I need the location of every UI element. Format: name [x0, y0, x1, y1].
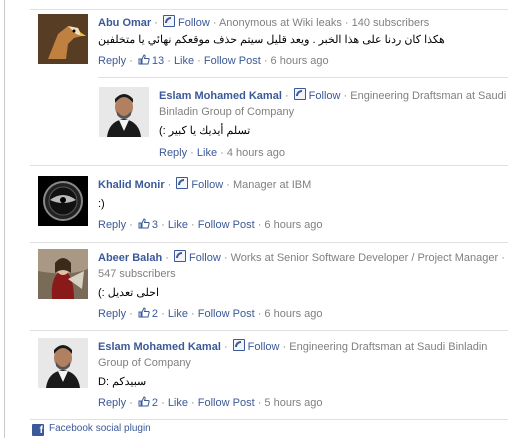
comment-text: تسلم أيديك يا كبير :) — [159, 125, 251, 137]
follow-icon[interactable] — [174, 250, 186, 262]
timestamp[interactable]: 4 hours ago — [227, 147, 285, 159]
comment-header: Abeer Balah · Follow · Works at Senior S… — [98, 250, 505, 280]
comment-header: Eslam Mohamed Kamal · Follow · Engineeri… — [98, 339, 488, 369]
facebook-logo-icon[interactable]: f — [32, 424, 44, 436]
like-link[interactable]: Like — [168, 397, 188, 409]
thumbs-up-icon — [138, 218, 150, 229]
comment-actions: Reply · 2 · Like · Follow Post · 5 hours… — [98, 396, 323, 409]
timestamp[interactable]: 5 hours ago — [264, 397, 322, 409]
comment-text: احلى تعديل :) — [98, 287, 160, 299]
thumbs-up-icon — [138, 307, 150, 318]
author-meta: Manager at IBM — [233, 179, 312, 191]
like-link[interactable]: Like — [197, 147, 217, 159]
divider — [30, 242, 508, 243]
follow-link[interactable]: Follow — [189, 252, 221, 264]
follow-post-link[interactable]: Follow Post — [198, 308, 255, 320]
comment-header: Abu Omar · Follow · Anonymous at Wiki le… — [98, 15, 430, 29]
reply-link[interactable]: Reply — [98, 219, 126, 231]
comment-text: هكذا كان ردنا على هذا الخبر . ويعد قليل … — [98, 34, 445, 46]
divider — [98, 77, 508, 78]
eagle-avatar[interactable] — [38, 14, 88, 64]
author-name[interactable]: Eslam Mohamed Kamal — [159, 90, 282, 102]
comment-header: Eslam Mohamed Kamal · Follow · Engineeri… — [159, 88, 507, 118]
comment-actions: Reply · 3 · Like · Follow Post · 6 hours… — [98, 218, 323, 231]
man-avatar[interactable] — [38, 338, 88, 388]
author-name[interactable]: Abu Omar — [98, 17, 151, 29]
author-name[interactable]: Abeer Balah — [98, 252, 162, 264]
reply-link[interactable]: Reply — [159, 147, 187, 159]
logo-avatar[interactable] — [38, 176, 88, 226]
divider — [30, 9, 508, 10]
comment-actions: Reply · 2 · Like · Follow Post · 6 hours… — [98, 307, 323, 320]
follow-link[interactable]: Follow — [178, 17, 210, 29]
comment-text: سبيدكم :D — [98, 376, 147, 388]
reply-link[interactable]: Reply — [98, 308, 126, 320]
follow-post-link[interactable]: Follow Post — [198, 397, 255, 409]
divider — [30, 330, 508, 331]
comment-actions: Reply · Like · 4 hours ago — [159, 147, 285, 159]
thumbs-up-icon — [138, 396, 150, 407]
author-name[interactable]: Khalid Monir — [98, 179, 165, 191]
follow-post-link[interactable]: Follow Post — [198, 219, 255, 231]
like-link[interactable]: Like — [174, 55, 194, 67]
reply-link[interactable]: Reply — [98, 397, 126, 409]
art-avatar[interactable] — [38, 249, 88, 299]
author-name[interactable]: Eslam Mohamed Kamal — [98, 341, 221, 353]
author-meta: Anonymous at Wiki leaks · 140 subscriber… — [218, 17, 430, 29]
like-link[interactable]: Like — [168, 308, 188, 320]
comment-text: :) — [98, 198, 105, 210]
plugin-footer: f Facebook social plugin — [30, 419, 508, 438]
footer-link[interactable]: Facebook social plugin — [49, 423, 151, 434]
comment-header: Khalid Monir · Follow · Manager at IBM — [98, 177, 312, 191]
like-link[interactable]: Like — [168, 219, 188, 231]
follow-icon[interactable] — [162, 15, 175, 27]
left-border — [4, 0, 5, 438]
comment-actions: Reply · 13 · Like · Follow Post · 6 hour… — [98, 54, 329, 67]
follow-icon[interactable] — [176, 177, 189, 189]
timestamp[interactable]: 6 hours ago — [264, 308, 322, 320]
follow-link[interactable]: Follow — [309, 90, 341, 102]
man-avatar[interactable] — [99, 87, 149, 137]
timestamp[interactable]: 6 hours ago — [264, 219, 322, 231]
like-count[interactable]: 13 — [152, 55, 164, 67]
follow-icon[interactable] — [232, 339, 245, 351]
follow-post-link[interactable]: Follow Post — [204, 55, 261, 67]
thumbs-up-icon — [138, 54, 150, 65]
timestamp[interactable]: 6 hours ago — [271, 55, 329, 67]
reply-link[interactable]: Reply — [98, 55, 126, 67]
divider — [30, 165, 508, 166]
follow-icon[interactable] — [293, 88, 306, 100]
follow-link[interactable]: Follow — [191, 179, 223, 191]
follow-link[interactable]: Follow — [248, 341, 280, 353]
